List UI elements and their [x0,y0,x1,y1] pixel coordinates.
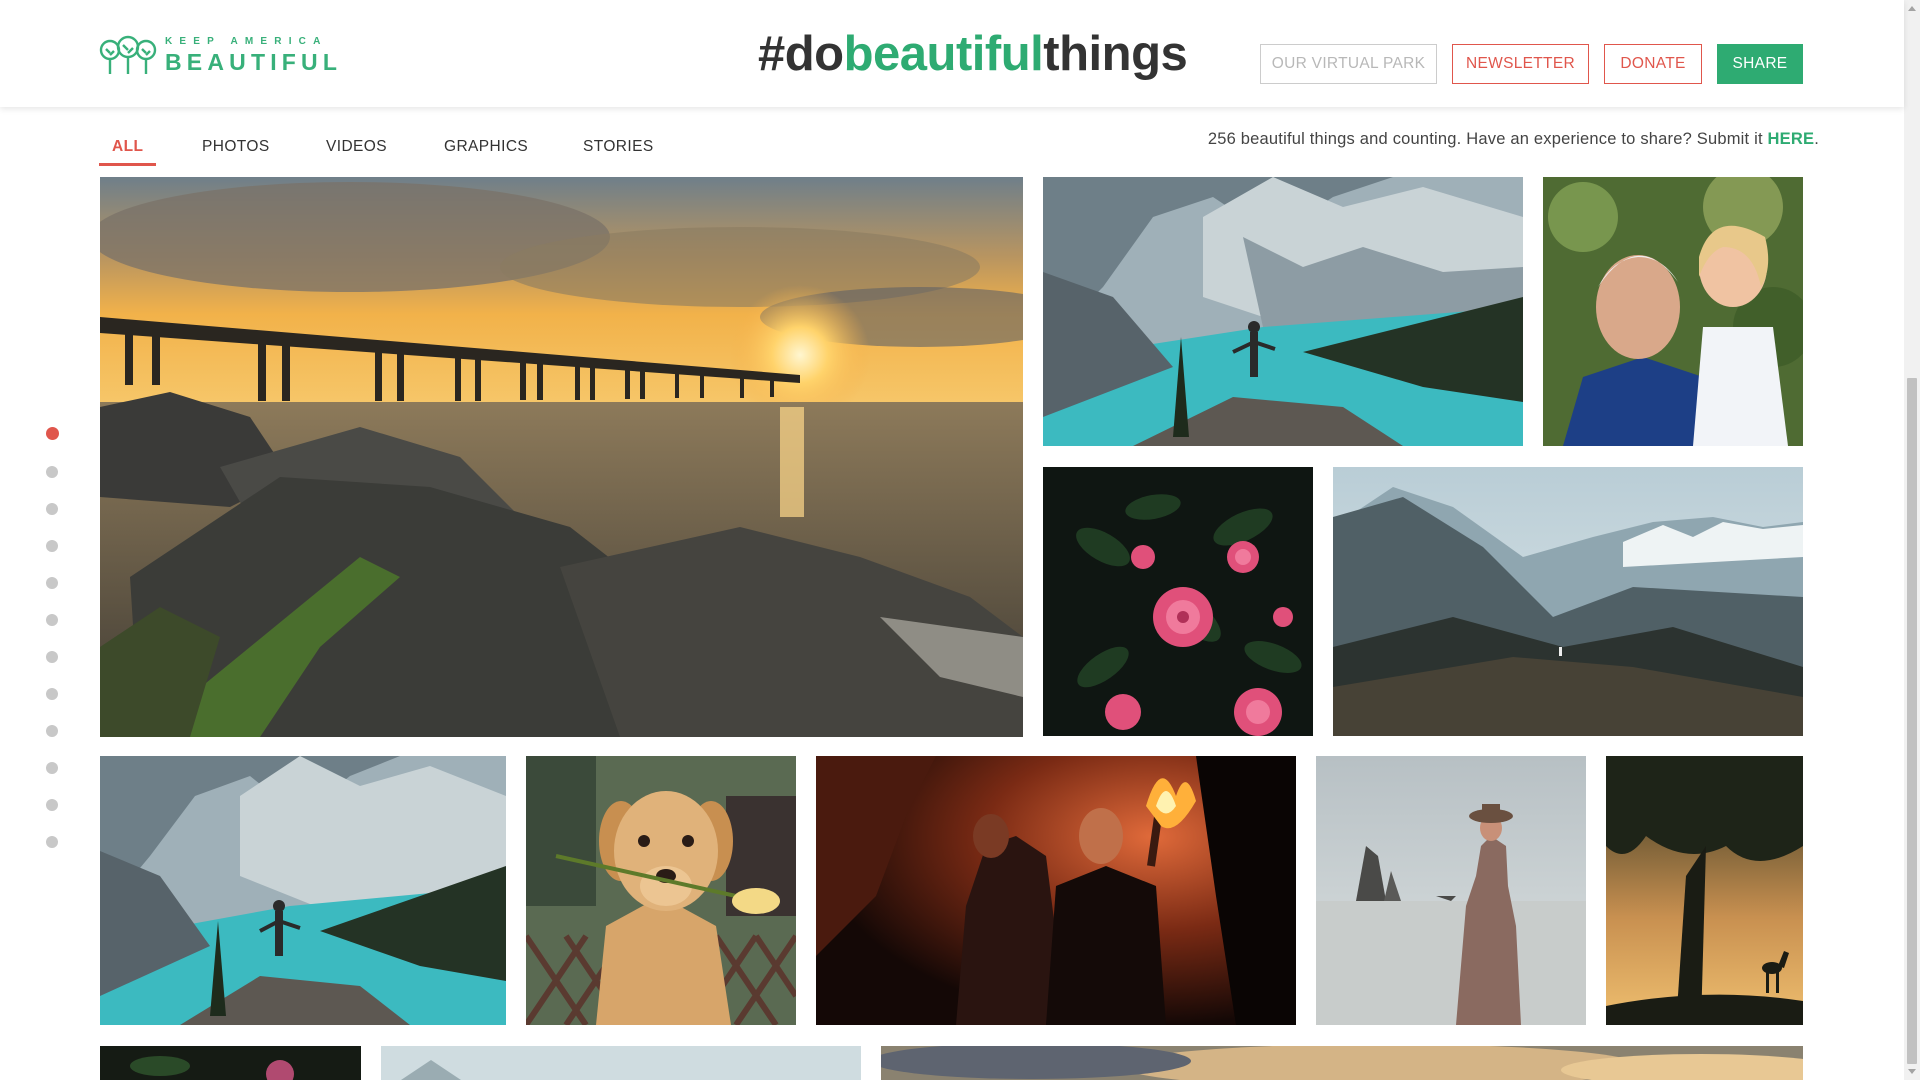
section-dot-10[interactable] [46,762,58,774]
logo-name: BEAUTIFUL [165,48,343,75]
counter-text: 256 beautiful things and counting. Have … [1207,130,1768,148]
photo-flowers-partial[interactable] [100,1046,361,1080]
woman-beach-image [1316,756,1586,1025]
photo-grandfather-granddaughter[interactable] [1543,177,1803,446]
virtual-park-button[interactable]: OUR VIRTUAL PARK [1260,44,1437,84]
section-dot-11[interactable] [46,799,58,811]
section-dot-2[interactable] [46,466,58,478]
submit-here-link[interactable]: HERE [1768,130,1815,148]
grandfather-image [1543,177,1803,446]
hashtag-suffix: things [1043,27,1188,81]
scrollbar-thumb[interactable] [1907,378,1917,1064]
logo-wordmark: KEEP AMERICA BEAUTIFUL [165,35,343,75]
counter-end: . [1814,130,1819,148]
hashtag-prefix: #do [758,27,844,81]
photo-tree-deer-silhouette[interactable] [1606,756,1803,1025]
logo-tagline: KEEP AMERICA [165,35,328,47]
section-dot-3[interactable] [46,503,58,515]
photo-pier-sunset[interactable] [100,177,1023,737]
photo-woman-beach[interactable] [1316,756,1586,1025]
photo-moraine-lake-hiker[interactable] [1043,177,1523,446]
newsletter-button[interactable]: NEWSLETTER [1452,44,1589,84]
section-dot-6[interactable] [46,614,58,626]
page-scrollbar[interactable] [1904,0,1920,1080]
section-dot-9[interactable] [46,725,58,737]
pier-sunset-image [100,177,1023,737]
golden-retriever-image [526,756,796,1025]
section-dot-4[interactable] [46,540,58,552]
keep-america-beautiful-logo[interactable]: KEEP AMERICA BEAUTIFUL [99,34,342,76]
share-button[interactable]: SHARE [1717,44,1803,84]
three-trees-icon [99,35,157,74]
tab-graphics[interactable]: GRAPHICS [444,132,528,166]
photo-golden-retriever-tulip[interactable] [526,756,796,1025]
clouds-partial-image [881,1046,1803,1080]
section-dot-7[interactable] [46,651,58,663]
submission-counter: 256 beautiful things and counting. Have … [1208,127,1819,151]
site-header: KEEP AMERICA BEAUTIFUL #dobeautifulthing… [0,0,1904,107]
mountain-valley-image [1333,467,1803,736]
photo-mountains-partial[interactable] [381,1046,861,1080]
section-dot-8[interactable] [46,688,58,700]
hashtag-highlight: beautiful [843,27,1044,81]
tab-stories[interactable]: STORIES [583,132,654,166]
camellias-image [1043,467,1313,736]
mountains-partial-image [381,1046,861,1080]
photo-pink-camellias[interactable] [1043,467,1313,736]
scroll-up-arrow-icon[interactable] [1908,6,1916,11]
section-dot-5[interactable] [46,577,58,589]
photo-moraine-lake-hiker-2[interactable] [100,756,506,1025]
section-dot-1[interactable] [46,427,59,440]
section-dot-12[interactable] [46,836,58,848]
photo-clouds-partial[interactable] [881,1046,1803,1080]
cave-torch-image [816,756,1296,1025]
tab-photos[interactable]: PHOTOS [202,132,270,166]
photo-cave-torch[interactable] [816,756,1296,1025]
scroll-down-arrow-icon[interactable] [1908,1069,1916,1074]
tab-videos[interactable]: VIDEOS [326,132,387,166]
tree-deer-image [1606,756,1803,1025]
moraine-lake-image-2 [100,756,506,1025]
flowers-partial-image [100,1046,361,1080]
campaign-hashtag: #dobeautifulthings [758,26,1188,88]
donate-button[interactable]: DONATE [1604,44,1702,84]
tab-all[interactable]: ALL [99,132,157,166]
moraine-lake-image [1043,177,1523,446]
photo-mountain-valley[interactable] [1333,467,1803,736]
